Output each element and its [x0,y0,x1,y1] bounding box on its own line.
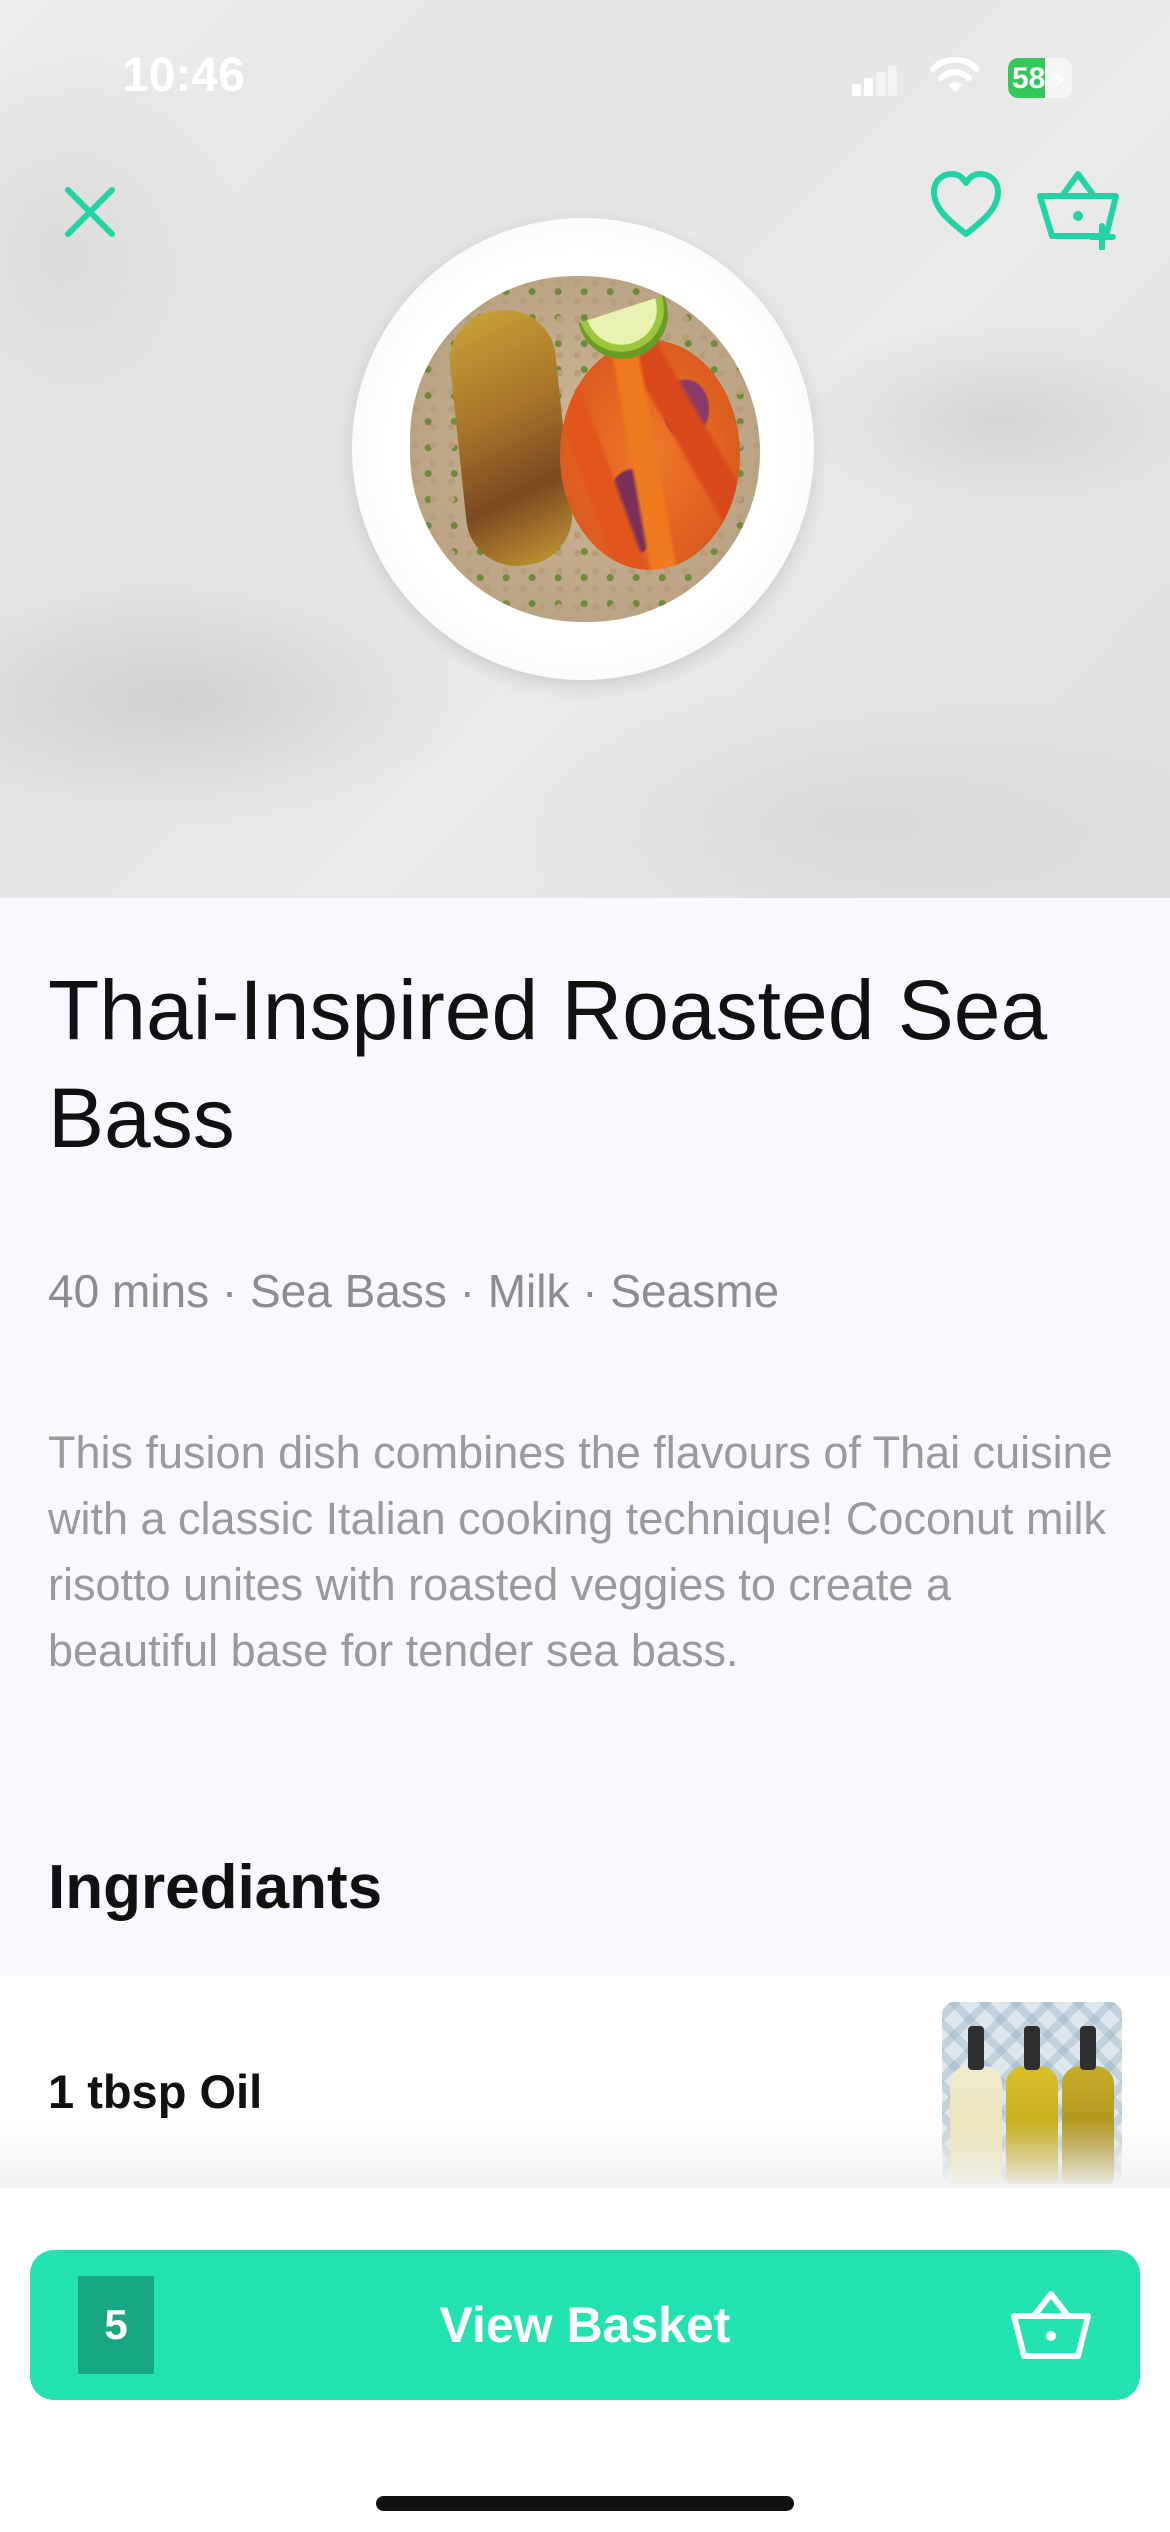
view-basket-button[interactable]: 5 View Basket [30,2250,1140,2400]
home-indicator [376,2496,794,2511]
roasted-veggies [560,340,740,570]
status-time: 10:46 [122,49,245,102]
ingredients-heading: Ingrediants [48,1853,383,1922]
battery-icon: 58 ⚡ [1008,58,1072,98]
recipe-description: This fusion dish combines the flavours o… [48,1427,1113,1676]
recipe-title: Thai-Inspired Roasted Sea Bass [48,963,1048,1165]
heart-icon[interactable] [928,168,1004,244]
basket-add-icon[interactable] [1036,166,1124,250]
battery-percent: 58 [1012,62,1046,95]
close-icon[interactable] [58,180,122,244]
ingredient-label: 1 tbsp Oil [48,2065,263,2118]
recipe-meta: 40 mins · Sea Bass · Milk · Seasme [48,1265,780,1317]
basket-icon [1011,2291,1091,2359]
recipe-hero-image: 10:46 58 ⚡ [0,0,1170,898]
view-basket-label: View Basket [439,2297,731,2353]
status-bar: 10:46 58 ⚡ [0,0,1170,150]
bottom-bar: 5 View Basket [0,2188,1170,2532]
wifi-icon [930,56,980,92]
scroll-fade [0,2120,1170,2190]
signal-icon [852,62,897,96]
